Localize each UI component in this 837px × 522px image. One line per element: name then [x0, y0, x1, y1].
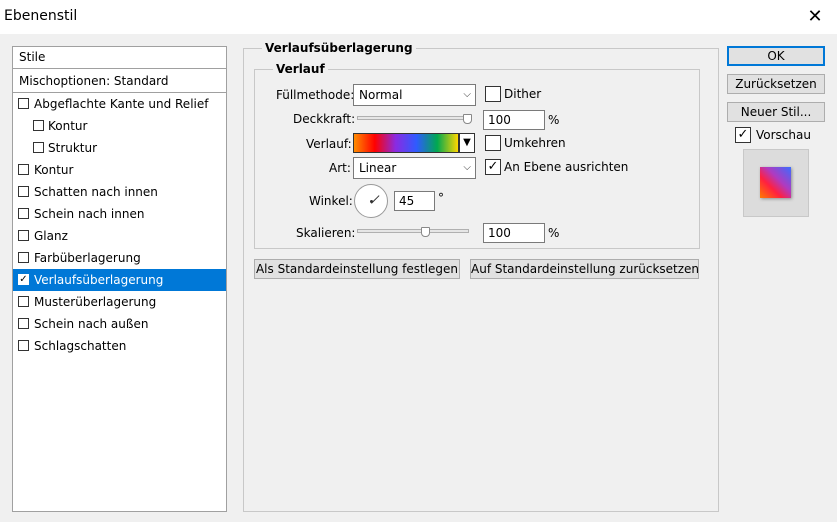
style-value: Linear	[359, 161, 397, 175]
scale-slider-thumb[interactable]	[421, 227, 430, 237]
gradient-label: Verlauf:	[306, 137, 352, 151]
opacity-label: Deckkraft:	[293, 112, 356, 126]
style-checkbox[interactable]: ✓	[18, 274, 29, 285]
style-item[interactable]: Farbüberlagerung	[13, 247, 226, 269]
reset-button[interactable]: Zurücksetzen	[727, 74, 825, 94]
style-checkbox[interactable]	[18, 98, 29, 109]
opacity-percent: %	[548, 113, 560, 127]
chevron-down-icon: ⌵	[463, 89, 471, 100]
align-with-layer-checkbox[interactable]: ✓	[485, 159, 501, 175]
reset-to-default-button[interactable]: Auf Standardeinstellung zurücksetzen	[470, 259, 699, 279]
style-checkbox[interactable]	[18, 252, 29, 263]
style-item[interactable]: Kontur	[13, 159, 226, 181]
blend-mode-value: Normal	[359, 88, 403, 102]
preview-checkbox[interactable]: ✓	[735, 127, 751, 143]
style-item-label: Struktur	[48, 141, 98, 155]
scale-input[interactable]: 100	[483, 223, 545, 243]
angle-dial-center	[370, 200, 373, 203]
align-with-layer-label: An Ebene ausrichten	[504, 160, 629, 174]
style-checkbox[interactable]	[18, 186, 29, 197]
style-checkbox[interactable]	[18, 208, 29, 219]
style-checkbox[interactable]	[33, 120, 44, 131]
dither-label: Dither	[504, 87, 542, 101]
style-item-label: Abgeflachte Kante und Relief	[34, 97, 209, 111]
scale-label: Skalieren:	[296, 226, 356, 240]
style-checkbox[interactable]	[18, 230, 29, 241]
new-style-button[interactable]: Neuer Stil...	[727, 102, 825, 122]
gradient-swatch[interactable]	[353, 133, 459, 153]
style-items: Abgeflachte Kante und Relief Kontur Strukt…	[13, 93, 226, 357]
reverse-label: Umkehren	[504, 136, 566, 150]
style-checkbox[interactable]	[18, 164, 29, 175]
opacity-slider-track[interactable]	[357, 116, 469, 120]
opacity-input[interactable]: 100	[483, 110, 545, 130]
style-item[interactable]: Schein nach innen	[13, 203, 226, 225]
ok-button[interactable]: OK	[727, 46, 825, 66]
style-item-label: Glanz	[34, 229, 68, 243]
make-default-button[interactable]: Als Standardeinstellung festlegen	[254, 259, 460, 279]
style-item[interactable]: Musterüberlagerung	[13, 291, 226, 313]
style-checkbox[interactable]	[18, 340, 29, 351]
style-item-label: Kontur	[34, 163, 74, 177]
dither-checkbox[interactable]	[485, 86, 501, 102]
title-bar: Ebenenstil ✕	[0, 0, 837, 34]
angle-input[interactable]: 45	[394, 191, 435, 211]
style-item-label: Musterüberlagerung	[34, 295, 157, 309]
style-item[interactable]: Schein nach außen	[13, 313, 226, 335]
reverse-checkbox[interactable]	[485, 135, 501, 151]
chevron-down-icon: ⌵	[463, 162, 471, 173]
style-item[interactable]: Schlagschatten	[13, 335, 226, 357]
style-item-label: Schein nach innen	[34, 207, 145, 221]
style-item[interactable]: Schatten nach innen	[13, 181, 226, 203]
preview-thumbnail	[743, 149, 809, 217]
preview-label: Vorschau	[756, 128, 811, 142]
style-item-label: Schein nach außen	[34, 317, 149, 331]
style-checkbox[interactable]	[33, 142, 44, 153]
preview-swatch	[760, 167, 791, 198]
style-item[interactable]: Kontur	[13, 115, 226, 137]
blend-mode-dropdown[interactable]: Normal ⌵	[353, 84, 476, 106]
style-item[interactable]: ✓ Verlaufsüberlagerung	[13, 269, 226, 291]
gradient-subgroup-title: Verlauf	[273, 62, 328, 76]
blend-mode-label: Füllmethode:	[276, 88, 355, 102]
style-label: Art:	[329, 161, 351, 175]
scale-slider-track[interactable]	[357, 229, 469, 233]
style-item[interactable]: Struktur	[13, 137, 226, 159]
style-item[interactable]: Abgeflachte Kante und Relief	[13, 93, 226, 115]
close-icon[interactable]: ✕	[800, 2, 830, 32]
gradient-picker-arrow-icon[interactable]: ▼	[459, 133, 475, 153]
scale-percent: %	[548, 226, 560, 240]
blend-options-item[interactable]: Mischoptionen: Standard	[13, 70, 226, 93]
opacity-slider-thumb[interactable]	[463, 114, 472, 124]
angle-dial[interactable]	[354, 184, 388, 218]
angle-degree: °	[438, 191, 444, 205]
style-item-label: Farbüberlagerung	[34, 251, 141, 265]
window-title: Ebenenstil	[4, 8, 78, 24]
gradient-overlay-title: Verlaufsüberlagerung	[262, 41, 416, 55]
style-item-label: Schlagschatten	[34, 339, 127, 353]
styles-list: Stile Mischoptionen: Standard Abgeflacht…	[12, 46, 227, 512]
style-item-label: Schatten nach innen	[34, 185, 158, 199]
style-checkbox[interactable]	[18, 296, 29, 307]
style-item[interactable]: Glanz	[13, 225, 226, 247]
style-checkbox[interactable]	[18, 318, 29, 329]
style-dropdown[interactable]: Linear ⌵	[353, 157, 476, 179]
style-item-label: Kontur	[48, 119, 88, 133]
style-item-label: Verlaufsüberlagerung	[34, 273, 164, 287]
styles-header[interactable]: Stile	[13, 47, 226, 69]
angle-label: Winkel:	[309, 194, 353, 208]
